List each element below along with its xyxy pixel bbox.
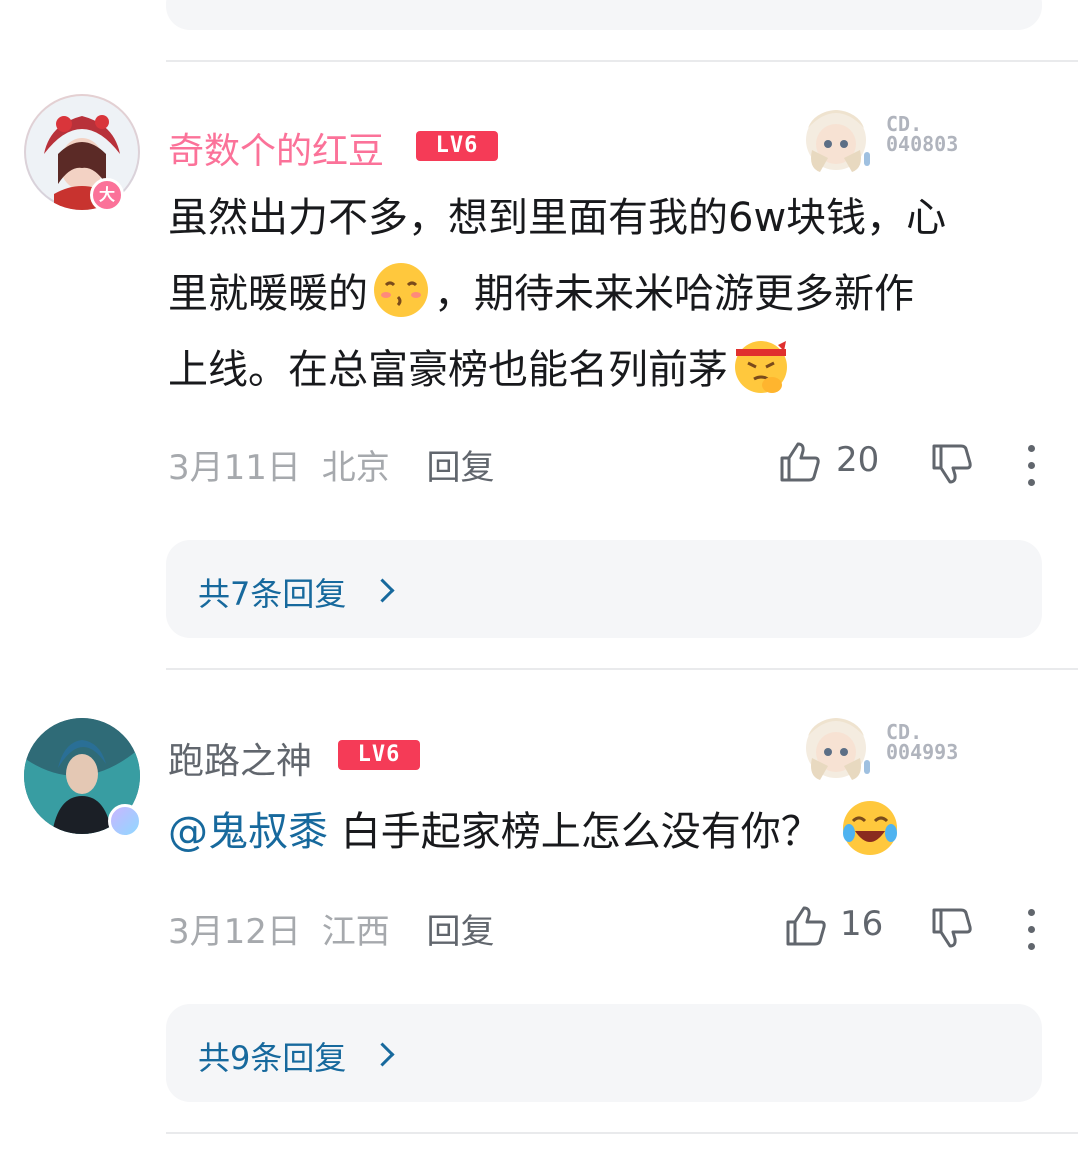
fan-badge-label: CD. — [886, 112, 923, 136]
level-badge: LV6 — [416, 131, 498, 161]
comment-text: @鬼叔黍 白手起家榜上怎么没有你？ — [168, 794, 1048, 870]
comment-date: 3月12日 — [168, 912, 301, 952]
vip-badge: 大 — [90, 178, 124, 212]
username[interactable]: 跑路之神 — [168, 732, 312, 784]
divider — [166, 1132, 1078, 1134]
like-count: 20 — [836, 440, 880, 480]
comment-line: 虽然出力不多，想到里面有我的6w块钱，心 — [168, 195, 947, 241]
thumb-down-icon[interactable] — [930, 906, 974, 950]
chevron-right-icon — [370, 578, 395, 603]
replies-summary[interactable]: 共7条回复 — [198, 569, 346, 615]
comment-meta: 3月11日 北京 回复 — [168, 440, 495, 489]
determined-emoji-icon — [735, 341, 787, 393]
like-count: 16 — [840, 904, 884, 944]
thumb-up-icon[interactable] — [778, 440, 822, 484]
replies-box[interactable]: 共9条回复 — [166, 1004, 1042, 1102]
chevron-right-icon — [370, 1042, 395, 1067]
comment-meta: 3月12日 江西 回复 — [168, 904, 495, 953]
fan-badge-icon — [806, 110, 870, 172]
comment-location: 江西 — [321, 912, 390, 952]
divider — [166, 668, 1078, 670]
replies-summary[interactable]: 共9条回复 — [198, 1033, 346, 1079]
comment-line: 上线。在总富豪榜也能名列前茅 — [168, 332, 1048, 408]
thumb-down-icon[interactable] — [930, 442, 974, 486]
more-icon[interactable] — [1028, 909, 1036, 960]
comment-date: 3月11日 — [168, 448, 301, 488]
comment-line: 里就暖暖的 ，期待未来米哈游更多新作 — [168, 256, 1048, 332]
fan-badge-number: 040803 — [886, 132, 959, 156]
previous-replies-box[interactable] — [166, 0, 1042, 30]
laughing-tears-emoji-icon — [842, 801, 897, 855]
more-icon[interactable] — [1028, 445, 1036, 496]
reply-button[interactable]: 回复 — [427, 912, 495, 952]
fan-badge-icon — [806, 718, 870, 780]
blush-emoji-icon — [374, 263, 428, 317]
verified-badge — [108, 804, 142, 838]
divider — [166, 60, 1078, 62]
comment-text: 虽然出力不多，想到里面有我的6w块钱，心 里就暖暖的 ，期待未来米哈游更多新作 上… — [168, 180, 1048, 408]
username[interactable]: 奇数个的红豆 — [168, 122, 384, 174]
thumb-up-icon[interactable] — [784, 904, 828, 948]
fan-badge-label: CD. — [886, 720, 923, 744]
comment-location: 北京 — [321, 448, 390, 488]
level-badge: LV6 — [338, 740, 420, 770]
fan-badge-number: 004993 — [886, 740, 959, 764]
mention-link[interactable]: @鬼叔黍 — [168, 809, 328, 855]
replies-box[interactable]: 共7条回复 — [166, 540, 1042, 638]
reply-button[interactable]: 回复 — [427, 448, 495, 488]
